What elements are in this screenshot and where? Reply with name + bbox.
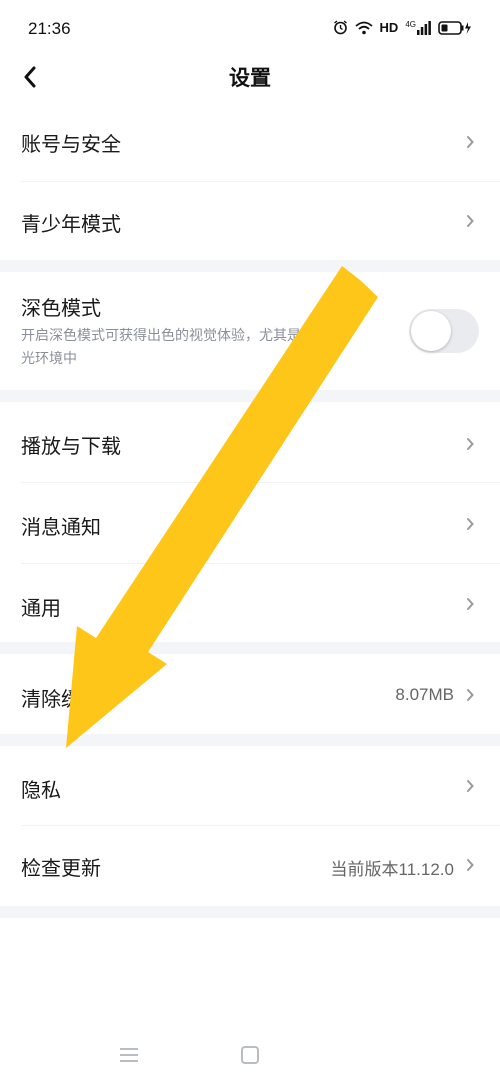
menu-icon[interactable]	[118, 1046, 140, 1064]
chevron-right-icon	[467, 859, 474, 871]
page-title: 设置	[229, 66, 271, 90]
settings-item-clear-cache[interactable]: 清除缓存 8.07MB	[0, 654, 500, 734]
chevron-right-icon	[467, 689, 474, 701]
chevron-right-icon	[467, 780, 474, 792]
chevron-right-icon	[467, 438, 474, 450]
settings-item-check-update[interactable]: 检查更新 当前版本11.12.0	[0, 826, 500, 906]
signal-icon: 4G	[405, 19, 431, 35]
settings-item-privacy[interactable]: 隐私	[0, 746, 500, 825]
general-label: 通用	[21, 596, 61, 620]
dark-mode-label: 深色模式	[21, 296, 101, 320]
privacy-label: 隐私	[21, 778, 61, 802]
alarm-icon	[333, 20, 347, 35]
home-button[interactable]	[241, 1046, 259, 1064]
cache-size-value: 8.07MB	[395, 685, 454, 704]
wifi-icon	[354, 21, 373, 34]
signal-label: 4G	[405, 19, 416, 29]
section-gap	[0, 260, 500, 272]
hd-indicator: HD	[379, 20, 399, 35]
dark-mode-description-line-1: 开启深色模式可获得出色的视觉体验，尤其是在弱	[21, 328, 329, 344]
section-gap	[0, 390, 500, 402]
status-bar: 21:36 HD 4G	[0, 0, 500, 56]
settings-item-account-security[interactable]: 账号与安全	[0, 102, 500, 182]
dark-mode-description: 开启深色模式可获得出色的视觉体验，尤其是在弱 光环境中	[21, 325, 401, 371]
chevron-right-icon	[467, 136, 474, 148]
dark-mode-description-line-2: 光环境中	[21, 351, 77, 367]
settings-item-general[interactable]: 通用	[0, 564, 500, 642]
playback-download-label: 播放与下载	[21, 434, 121, 458]
version-value: 当前版本11.12.0	[330, 860, 454, 879]
battery-icon	[438, 20, 471, 35]
nav-bar: 设置	[0, 56, 500, 100]
check-update-label: 检查更新	[21, 856, 101, 880]
chevron-right-icon	[467, 518, 474, 530]
clear-cache-label: 清除缓存	[21, 687, 101, 711]
notifications-label: 消息通知	[21, 515, 101, 539]
settings-item-notifications[interactable]: 消息通知	[0, 483, 500, 563]
status-icons: HD 4G	[333, 20, 472, 35]
system-nav-bar	[0, 1030, 500, 1084]
account-security-label: 账号与安全	[21, 132, 121, 156]
chevron-right-icon	[467, 598, 474, 610]
section-gap	[0, 734, 500, 746]
section-gap	[0, 906, 500, 918]
section-gap	[0, 642, 500, 654]
teen-mode-label: 青少年模式	[21, 212, 121, 236]
chevron-right-icon	[467, 215, 474, 227]
settings-item-playback-download[interactable]: 播放与下载	[0, 402, 500, 482]
settings-item-teen-mode[interactable]: 青少年模式	[0, 182, 500, 260]
toggle-knob	[411, 311, 451, 351]
status-time: 21:36	[28, 19, 71, 38]
dark-mode-toggle[interactable]	[409, 309, 479, 353]
